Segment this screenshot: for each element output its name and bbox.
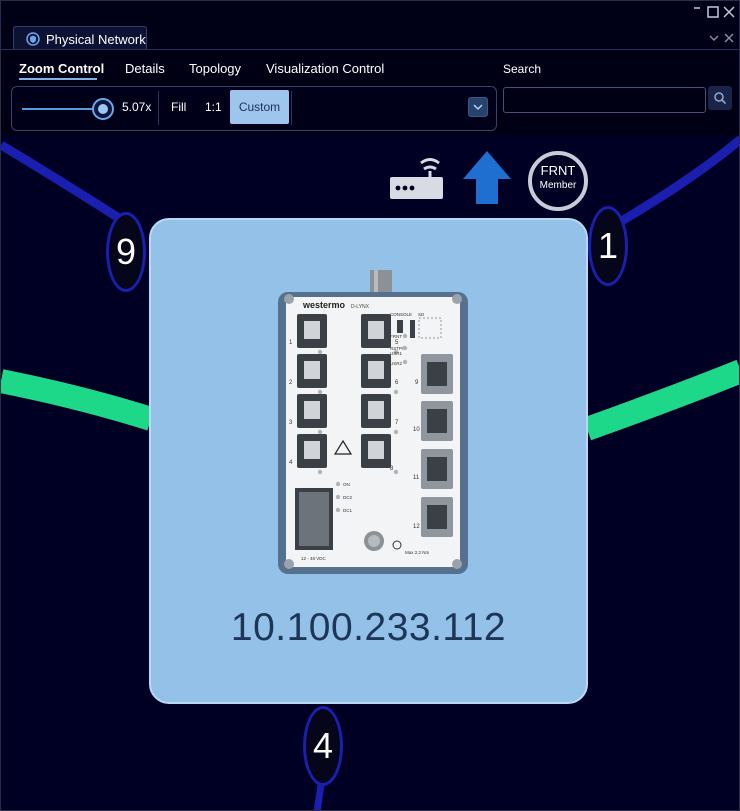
link-green-left[interactable] [1,369,155,431]
divider [158,91,159,125]
member-label: Member [539,180,577,191]
sd-label: SD [418,312,425,317]
device-node-card[interactable]: westermo D-LYNX 1 2 3 4 5 6 7 8 9 10 11 … [149,218,588,704]
close-icon [723,6,735,18]
tab-dropdown-button[interactable] [708,32,720,44]
maximize-icon [707,6,719,18]
zoom-dropdown-button[interactable] [468,97,488,117]
brand-label: westermo [302,300,346,310]
menu-details[interactable]: Details [125,61,165,76]
port-number: 11 [413,475,420,481]
fill-button[interactable]: Fill [171,100,186,114]
minimize-button[interactable] [690,5,704,19]
usr2-led-label: USR2 [390,361,403,366]
close-icon [724,33,734,43]
active-menu-underline [19,78,97,80]
frnt-label: FRNT [540,163,576,178]
dc2-led-label: DC2 [343,495,352,500]
port-number: 12 [413,524,420,530]
router-icon [390,158,443,199]
frnt-member-badge: FRNT Member [528,151,588,211]
tab-close-button[interactable] [723,32,735,44]
custom-button[interactable]: Custom [230,90,289,124]
tool-panel: Zoom Control Details Topology Visualizat… [1,49,739,135]
switch-device-image: westermo D-LYNX 1 2 3 4 5 6 7 8 9 10 11 … [278,270,468,574]
menu-zoom-control[interactable]: Zoom Control [19,61,104,76]
link-blue-left[interactable] [1,141,136,231]
torque-label: Max 2,2 Nm [405,550,430,555]
search-icon [714,92,727,105]
chevron-down-icon [473,104,483,111]
menu-visualization-control[interactable]: Visualization Control [266,61,384,76]
usr1-led-label: USR1 [390,351,403,356]
port-badge-1[interactable]: 1 [588,206,628,286]
zoom-control-group: 5.07x Fill 1:1 Custom [11,86,497,131]
model-label: D-LYNX [351,304,370,310]
port-badge-4[interactable]: 4 [303,706,343,786]
search-input[interactable] [503,87,706,113]
physical-network-window: Physical Network Zoom Control Details To… [0,0,740,811]
dc1-led-label: DC1 [343,508,352,513]
maximize-button[interactable] [706,5,720,19]
console-label: CONSOLE [390,312,412,317]
power-label: 12 - 48 VDC [301,556,327,561]
title-bar: Physical Network [1,1,739,51]
zoom-slider-thumb[interactable] [92,98,114,120]
zoom-slider-track[interactable] [22,108,102,110]
link-green-right[interactable] [582,359,740,441]
search-label: Search [503,62,542,76]
one-to-one-button[interactable]: 1:1 [205,100,222,114]
chevron-down-icon [709,35,719,41]
close-button[interactable] [722,5,736,19]
shield-icon [26,32,40,46]
divider [291,91,292,125]
minimize-icon [694,7,700,9]
on-led-label: ON [343,482,350,487]
link-blue-right[interactable] [605,135,740,233]
up-arrow-icon [463,151,511,204]
frnt-led-label: FRNT [390,334,402,339]
device-ip-address: 10.100.233.112 [230,606,507,649]
menu-topology[interactable]: Topology [189,61,241,76]
tab-physical-network[interactable]: Physical Network [13,26,147,51]
port-number: 10 [413,427,420,433]
zoom-value: 5.07x [122,100,152,114]
port-badge-9[interactable]: 9 [106,212,146,292]
search-button[interactable] [708,86,732,110]
tab-title: Physical Network [46,31,146,47]
